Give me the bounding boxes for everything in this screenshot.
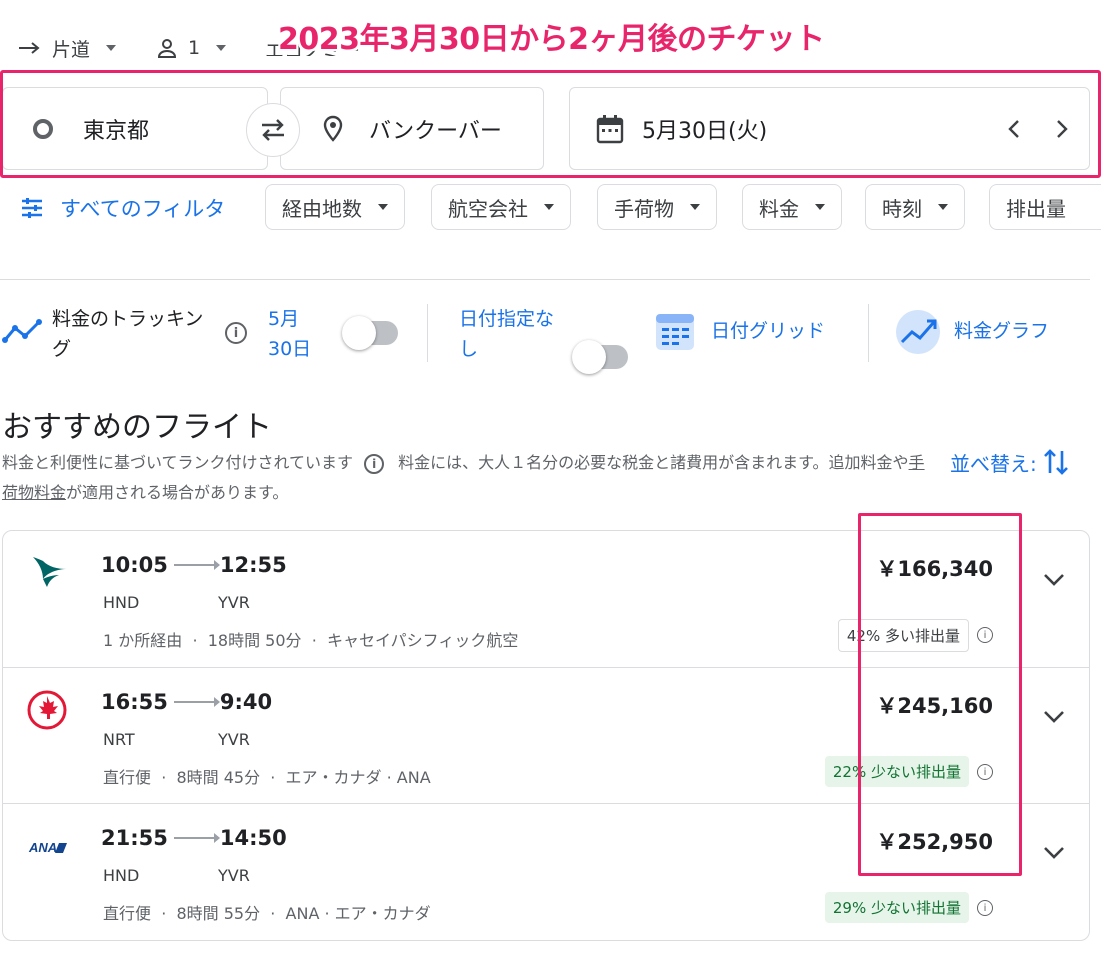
annotation-title: 2023年3月30日から2ヶ月後のチケット [278, 22, 825, 57]
arrival-time: 12:55 [219, 553, 287, 577]
chevron-down-icon [815, 204, 825, 210]
sort-arrows-icon [1043, 449, 1068, 475]
ana-logo: ANA [28, 840, 67, 855]
stops: 1 か所経由 [103, 631, 183, 650]
arrival-time: 14:50 [219, 826, 287, 850]
expand-chevron-icon[interactable] [1043, 573, 1065, 587]
svg-text:ANA: ANA [28, 840, 57, 855]
annotation-highlight-prices [858, 513, 1022, 876]
airport-codes: HND YVR [103, 866, 333, 885]
expand-chevron-icon[interactable] [1043, 710, 1065, 724]
chevron-down-icon [690, 204, 700, 210]
trend-line-icon [2, 319, 42, 343]
sort-button[interactable]: 並べ替え: [950, 447, 1069, 477]
destination-airport: YVR [218, 593, 250, 612]
all-filters-label: すべてのフィルタ [60, 197, 226, 221]
price-graph-icon[interactable] [894, 308, 942, 356]
chip-label: 経由地数 [282, 196, 362, 221]
duration: 8時間 45分 [176, 768, 261, 787]
chevron-down-icon [938, 204, 948, 210]
arrow-right-icon [173, 833, 220, 843]
departure-time: 16:55 [101, 690, 168, 714]
separator [868, 304, 869, 362]
filter-chip-emissions[interactable]: 排出量 [989, 184, 1101, 230]
arrow-right-icon [173, 560, 220, 570]
price-tracking-toggle[interactable] [342, 316, 398, 350]
chip-label: 排出量 [1006, 196, 1066, 221]
expand-chevron-icon[interactable] [1043, 846, 1065, 860]
stops: 直行便 [103, 768, 152, 787]
results-heading: おすすめのフライト [2, 410, 272, 445]
trip-options-bar: 片道 1 [18, 30, 266, 66]
flight-details: 直行便 · 8時間 45分 · エア・カナダ · ANA [103, 768, 431, 787]
tune-icon [22, 198, 42, 218]
any-dates-label: 日付指定なし [459, 308, 555, 360]
price-note-end: が適用される場合があります。 [66, 483, 289, 502]
arrow-right-icon [19, 42, 40, 54]
destination-airport: YVR [218, 730, 250, 749]
info-icon[interactable]: i [977, 900, 993, 916]
duration: 8時間 55分 [176, 904, 261, 923]
filter-chip-price[interactable]: 料金 [742, 184, 842, 230]
tracking-date: 5月30日 [268, 308, 312, 360]
ranking-note: 料金と利便性に基づいてランク付けされています [2, 453, 354, 472]
chevron-down-icon [216, 45, 227, 51]
chip-label: 航空会社 [448, 196, 528, 221]
trip-type-select[interactable]: 片道 [18, 35, 117, 62]
cathay-pacific-logo [33, 557, 67, 587]
airport-codes: NRT YVR [103, 730, 333, 749]
price-note: 料金には、大人１名分の必要な税金と諸費用が含まれます。追加料金や [398, 453, 909, 472]
stops: 直行便 [103, 904, 152, 923]
any-dates-toggle[interactable] [572, 340, 628, 374]
airline: ANA · エア・カナダ [285, 904, 431, 923]
chip-label: 時刻 [882, 196, 922, 221]
trip-type-label: 片道 [52, 38, 91, 61]
destination-airport: YVR [218, 866, 250, 885]
flight-details: 1 か所経由 · 18時間 50分 · キャセイパシフィック航空 [103, 631, 519, 650]
sort-label: 並べ替え: [950, 451, 1037, 476]
departure-time: 10:05 [101, 553, 168, 577]
airline: エア・カナダ · ANA [285, 768, 431, 787]
airline: キャセイパシフィック航空 [326, 631, 519, 650]
filter-chip-times[interactable]: 時刻 [865, 184, 965, 230]
filter-chip-airlines[interactable]: 航空会社 [431, 184, 571, 230]
airport-codes: HND YVR [103, 593, 333, 612]
flight-details: 直行便 · 8時間 55分 · ANA · エア・カナダ [103, 904, 431, 923]
departure-time: 21:55 [101, 826, 168, 850]
filter-chip-stops[interactable]: 経由地数 [265, 184, 405, 230]
origin-airport: NRT [103, 730, 135, 749]
info-icon[interactable]: i [364, 453, 385, 474]
date-grid-icon[interactable] [654, 310, 696, 352]
info-icon[interactable]: i [225, 322, 247, 344]
results-subtitle: 料金と利便性に基づいてランク付けされています i 料金には、大人１名分の必要な税金… [2, 448, 932, 508]
origin-airport: HND [103, 593, 140, 612]
all-filters-button[interactable]: すべてのフィルタ [20, 190, 225, 226]
passenger-select[interactable]: 1 [156, 37, 227, 59]
separator [427, 304, 428, 362]
price-graph-button[interactable]: 料金グラフ [954, 316, 1049, 346]
emissions-badge: 29% 少ない排出量 [824, 892, 969, 923]
chip-label: 手荷物 [614, 196, 674, 221]
arrival-time: 9:40 [219, 690, 273, 714]
air-canada-logo [27, 690, 67, 730]
chevron-down-icon [106, 45, 117, 51]
origin-airport: HND [103, 866, 140, 885]
chevron-down-icon [378, 204, 388, 210]
flight-times: 21:55 14:50 [101, 826, 287, 850]
flight-times: 16:55 9:40 [101, 690, 272, 714]
duration: 18時間 50分 [207, 631, 302, 650]
chip-label: 料金 [759, 196, 799, 221]
passenger-count: 1 [188, 37, 201, 59]
section-divider [0, 279, 1090, 280]
flight-times: 10:05 12:55 [101, 553, 287, 577]
person-icon [158, 39, 177, 58]
chevron-down-icon [544, 204, 554, 210]
date-grid-button[interactable]: 日付グリッド [711, 316, 825, 346]
filter-chip-bags[interactable]: 手荷物 [597, 184, 717, 230]
arrow-right-icon [173, 697, 220, 707]
price-tracking-label: 料金のトラッキング [52, 308, 204, 360]
annotation-highlight-search [0, 70, 1101, 178]
